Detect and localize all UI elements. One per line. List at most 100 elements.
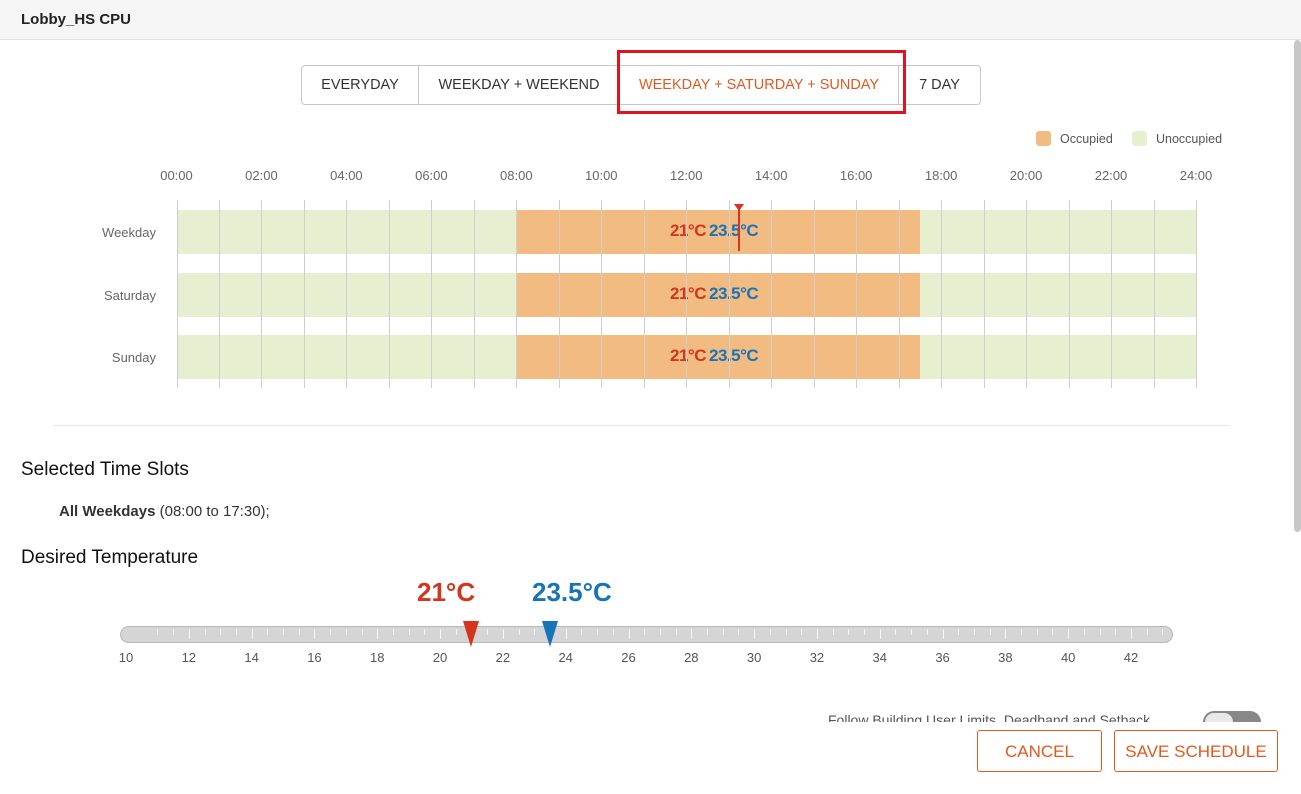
heat-setpoint-label: 21°C [417, 577, 476, 607]
tab-weekday-weekend[interactable]: WEEKDAY + WEEKEND [419, 66, 620, 104]
hour-gridline [219, 200, 220, 388]
hour-gridline [559, 200, 560, 388]
slider-tick [1100, 629, 1101, 635]
section-divider [53, 425, 1230, 426]
hour-gridline [814, 200, 815, 388]
slider-scale-label: 28 [684, 650, 699, 665]
slider-tick [1162, 629, 1163, 635]
slider-tick [1005, 629, 1006, 639]
slider-tick [1021, 629, 1022, 635]
time-axis-label: 04:00 [330, 168, 363, 183]
slider-tick [707, 629, 708, 635]
time-axis-label: 08:00 [500, 168, 533, 183]
slider-tick [723, 629, 724, 635]
follow-limits-toggle[interactable] [1203, 711, 1261, 722]
hour-gridline [1154, 200, 1155, 388]
slider-tick [880, 629, 881, 639]
slot-temperatures: 21°C 23.5°C [670, 221, 759, 241]
hour-gridline [177, 200, 178, 388]
selected-slots-heading: Selected Time Slots [21, 459, 189, 480]
slider-tick [864, 629, 865, 635]
hour-gridline [644, 200, 645, 388]
slider-tick [299, 629, 300, 635]
dialog-title: Lobby_HS CPU [21, 11, 132, 28]
follow-limits-label: Follow Building User Limits, Deadband an… [828, 712, 1151, 722]
slider-tick [833, 629, 834, 635]
tab-everyday[interactable]: EVERYDAY [302, 66, 419, 104]
time-axis-label: 22:00 [1094, 168, 1128, 183]
slider-tick [393, 629, 394, 635]
slider-tick [738, 629, 739, 635]
slider-scale-label: 40 [1060, 650, 1076, 665]
temperature-slider-track[interactable] [120, 626, 1173, 643]
slot-heat-temp: 21°C [670, 284, 706, 303]
slider-tick [644, 629, 645, 635]
slider-tick [189, 629, 190, 639]
slider-tick [236, 629, 237, 635]
slider-scale-label: 14 [244, 650, 259, 665]
slider-tick [990, 629, 991, 635]
legend-unoccupied-label: Unoccupied [1156, 132, 1223, 146]
hour-gridline [984, 200, 985, 388]
hour-gridline [389, 200, 390, 388]
slider-scale-label: 34 [872, 650, 887, 665]
slider-tick [927, 629, 928, 635]
slider-tick [895, 629, 896, 635]
slot-heat-temp: 21°C [670, 221, 706, 240]
slider-tick [409, 629, 410, 635]
time-axis-label: 24:00 [1179, 168, 1213, 183]
selected-slots-summary: All Weekdays (08:00 to 17:30); [59, 503, 270, 520]
save-schedule-button[interactable]: SAVE SCHEDULE [1114, 730, 1278, 772]
time-axis-label: 02:00 [245, 168, 278, 183]
legend-occupied: Occupied [1036, 131, 1113, 146]
occupied-swatch [1036, 131, 1051, 146]
slider-tick [440, 629, 441, 639]
vertical-scrollbar[interactable] [1294, 40, 1301, 532]
heat-setpoint-handle[interactable] [463, 621, 480, 647]
time-axis-label: 12:00 [669, 168, 703, 183]
slider-tick [1068, 629, 1069, 639]
row-label: Weekday [102, 225, 156, 240]
time-axis-label: 10:00 [585, 168, 618, 183]
slider-tick [487, 629, 488, 635]
slider-tick [1037, 629, 1038, 635]
slider-tick [943, 629, 944, 639]
slider-scale-label: 16 [307, 650, 322, 665]
slider-scale-label: 26 [621, 650, 636, 665]
slider-scale-label: 30 [746, 650, 762, 665]
slider-scale-label: 24 [558, 650, 573, 665]
slot-cool-temp: 23.5°C [708, 221, 759, 240]
legend-occupied-label: Occupied [1060, 132, 1113, 146]
slider-tick [691, 629, 692, 639]
slider-tick [1147, 629, 1148, 635]
hour-gridline [431, 200, 432, 388]
tab-7-day[interactable]: 7 DAY [899, 66, 980, 104]
slider-tick [911, 629, 912, 635]
hour-gridline [474, 200, 475, 388]
slot-cool-temp: 23.5°C [708, 346, 759, 365]
slider-tick [974, 629, 975, 635]
slider-tick [456, 629, 457, 635]
slider-tick [377, 629, 378, 639]
slider-tick [173, 629, 174, 635]
slot-cool-temp: 23.5°C [708, 284, 759, 303]
slider-tick [958, 629, 959, 635]
slider-tick [817, 629, 818, 639]
slider-scale-label: 10 [118, 650, 134, 665]
slot-heat-temp: 21°C [670, 346, 706, 365]
slider-tick [519, 629, 520, 635]
slider-tick [1084, 629, 1085, 635]
slider-tick [220, 629, 221, 635]
slider-scale-label: 22 [495, 650, 511, 665]
slider-tick [660, 629, 661, 635]
slider-scale-label: 36 [935, 650, 950, 665]
selected-slots-range: (08:00 to 17:30); [159, 503, 270, 520]
slider-tick [283, 629, 284, 635]
slider-tick [157, 629, 158, 635]
slider-tick [848, 629, 849, 635]
cool-setpoint-handle[interactable] [541, 621, 558, 647]
hour-gridline [941, 200, 942, 388]
slider-scale-label: 32 [809, 650, 825, 665]
desired-temperature-heading: Desired Temperature [21, 547, 199, 568]
cancel-button[interactable]: CANCEL [977, 730, 1102, 772]
